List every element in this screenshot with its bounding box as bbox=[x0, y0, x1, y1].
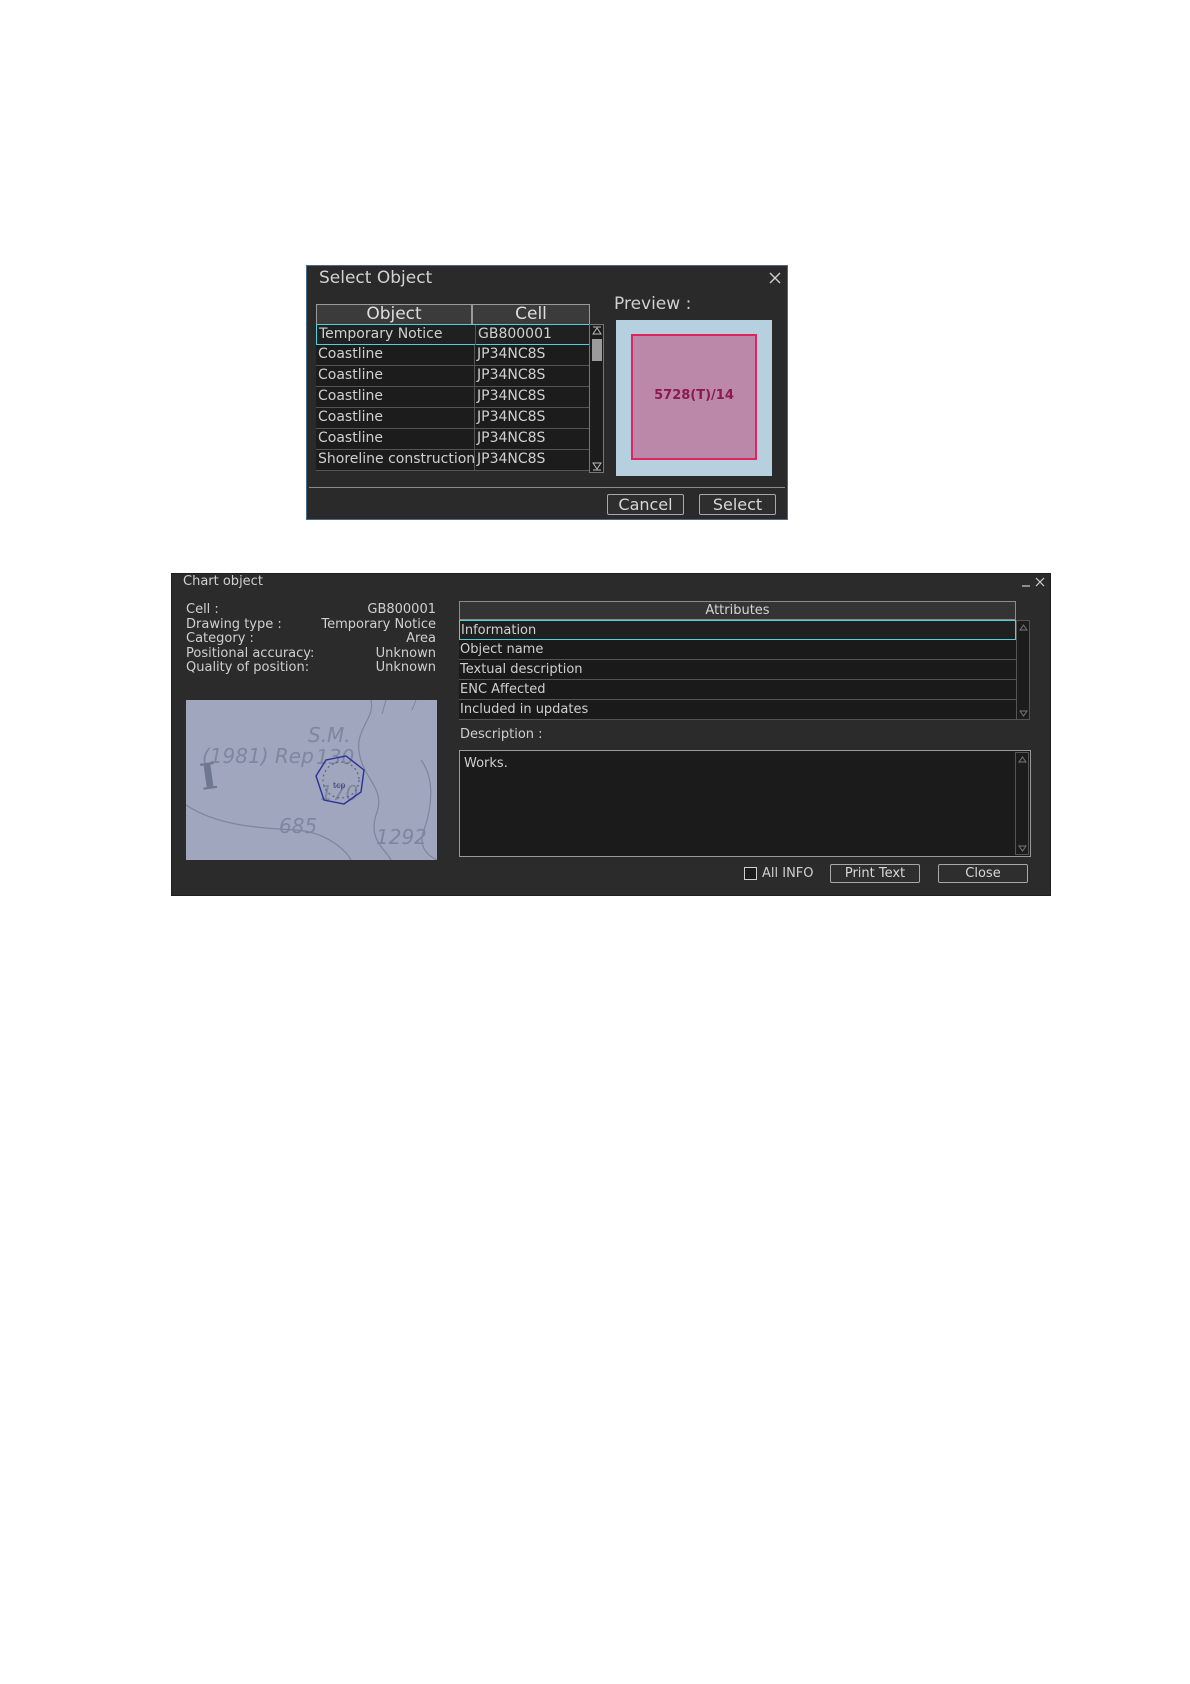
column-header-cell[interactable]: Cell bbox=[472, 304, 590, 325]
attributes-scrollbar[interactable] bbox=[1016, 620, 1030, 720]
scroll-up-icon[interactable] bbox=[1019, 623, 1028, 631]
map-sounding-130: 130 bbox=[316, 745, 354, 769]
row-object: Temporary Notice bbox=[319, 326, 443, 342]
select-button[interactable]: Select bbox=[699, 494, 776, 515]
info-value: Unknown bbox=[375, 645, 436, 661]
row-object: Shoreline construction bbox=[318, 451, 476, 467]
list-scrollbar[interactable] bbox=[589, 324, 604, 473]
description-textarea[interactable]: Works. bbox=[459, 750, 1031, 857]
preview-label: Preview : bbox=[614, 294, 692, 314]
info-key: Drawing type : bbox=[186, 616, 282, 632]
description-scrollbar[interactable] bbox=[1015, 752, 1029, 855]
scroll-down-icon[interactable] bbox=[1019, 710, 1028, 718]
row-object: Coastline bbox=[318, 346, 383, 362]
chart-thumbnail: (1981) Rep S.M. 130 170 685 1292 I tcp bbox=[186, 700, 437, 860]
row-object: Coastline bbox=[318, 367, 383, 383]
table-row[interactable]: Temporary Notice GB800001 bbox=[316, 324, 590, 345]
info-row-cell: Cell : GB800001 bbox=[186, 602, 436, 618]
all-info-checkbox[interactable] bbox=[744, 867, 757, 880]
table-row[interactable]: Coastline JP34NC8S bbox=[316, 429, 590, 450]
map-label-sm: S.M. bbox=[308, 723, 351, 747]
info-key: Positional accuracy: bbox=[186, 645, 315, 661]
table-row[interactable]: Shoreline construction JP34NC8S bbox=[316, 450, 590, 471]
row-object: Coastline bbox=[318, 430, 383, 446]
dialog-title: Chart object bbox=[183, 574, 263, 589]
close-icon[interactable] bbox=[1034, 576, 1046, 588]
info-value: Temporary Notice bbox=[321, 616, 436, 632]
table-row[interactable]: Coastline JP34NC8S bbox=[316, 345, 590, 366]
info-key: Category : bbox=[186, 631, 254, 646]
row-cell: JP34NC8S bbox=[474, 387, 545, 407]
row-cell: JP34NC8S bbox=[474, 366, 545, 386]
print-text-button[interactable]: Print Text bbox=[830, 864, 920, 883]
info-key: Quality of position: bbox=[186, 660, 310, 675]
scroll-down-icon[interactable] bbox=[1018, 845, 1027, 853]
scroll-up-icon[interactable] bbox=[592, 326, 602, 335]
table-row[interactable]: Coastline JP34NC8S bbox=[316, 408, 590, 429]
select-object-dialog: Select Object Object Cell Temporary Noti… bbox=[306, 265, 788, 520]
preview-pane: 5728(T)/14 bbox=[616, 320, 772, 476]
preview-area-box: 5728(T)/14 bbox=[631, 334, 757, 460]
row-object: Coastline bbox=[318, 388, 383, 404]
close-button[interactable]: Close bbox=[938, 864, 1028, 883]
row-cell: GB800001 bbox=[475, 325, 552, 345]
scrollbar-thumb[interactable] bbox=[592, 339, 602, 361]
info-value: GB800001 bbox=[367, 602, 436, 617]
map-tiny-label: tcp bbox=[333, 781, 346, 790]
dialog-title: Select Object bbox=[319, 268, 433, 288]
cancel-button[interactable]: Cancel bbox=[607, 494, 684, 515]
attribute-row-enc-affected[interactable]: ENC Affected bbox=[459, 680, 1016, 700]
map-sounding-685: 685 bbox=[279, 814, 317, 838]
chart-object-dialog: Chart object Cell : GB800001 Drawing typ… bbox=[171, 573, 1051, 896]
table-row[interactable]: Coastline JP34NC8S bbox=[316, 366, 590, 387]
info-row-category: Category : Area bbox=[186, 631, 436, 647]
column-header-object[interactable]: Object bbox=[316, 304, 472, 325]
attribute-row-information[interactable]: Information bbox=[459, 620, 1016, 640]
info-value: Unknown bbox=[375, 660, 436, 675]
info-key: Cell : bbox=[186, 602, 219, 617]
description-label: Description : bbox=[460, 727, 543, 742]
minimize-icon[interactable] bbox=[1020, 576, 1032, 588]
scroll-up-icon[interactable] bbox=[1018, 755, 1027, 763]
map-label-rep: (1981) Rep bbox=[202, 744, 314, 768]
table-row[interactable]: Coastline JP34NC8S bbox=[316, 387, 590, 408]
map-sounding-1292: 1292 bbox=[376, 825, 427, 849]
info-row-quality-of-position: Quality of position: Unknown bbox=[186, 660, 436, 676]
row-cell: JP34NC8S bbox=[474, 345, 545, 365]
row-cell: JP34NC8S bbox=[474, 429, 545, 449]
row-cell: JP34NC8S bbox=[474, 450, 545, 470]
attributes-header: Attributes bbox=[459, 601, 1016, 620]
attribute-row-included-in-updates[interactable]: Included in updates bbox=[459, 700, 1016, 720]
attribute-row-object-name[interactable]: Object name bbox=[459, 640, 1016, 660]
close-icon[interactable] bbox=[767, 270, 783, 286]
row-cell: JP34NC8S bbox=[474, 408, 545, 428]
row-object: Coastline bbox=[318, 409, 383, 425]
attribute-row-textual-description[interactable]: Textual description bbox=[459, 660, 1016, 680]
preview-object-label: 5728(T)/14 bbox=[654, 388, 734, 403]
divider bbox=[309, 487, 785, 488]
info-value: Area bbox=[406, 631, 436, 646]
all-info-label: All INFO bbox=[762, 866, 814, 881]
scroll-down-icon[interactable] bbox=[592, 462, 602, 471]
description-text: Works. bbox=[464, 756, 508, 771]
